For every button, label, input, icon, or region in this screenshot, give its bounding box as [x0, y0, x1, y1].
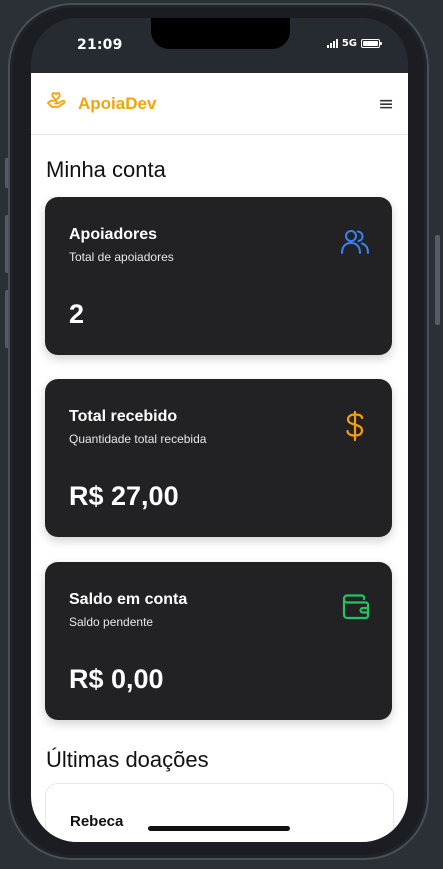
- wallet-icon: [342, 594, 370, 624]
- donation-card[interactable]: Rebeca: [45, 783, 394, 842]
- card-title: Total recebido: [69, 408, 178, 425]
- total-received-card: Total recebido Quantidade total recebida…: [45, 379, 392, 537]
- card-title: Apoiadores: [69, 226, 158, 243]
- card-subtitle: Saldo pendente: [69, 615, 154, 629]
- donations-title: Últimas doações: [46, 747, 209, 772]
- signal-icon: [326, 39, 338, 48]
- card-title: Saldo em conta: [69, 591, 188, 608]
- card-value: R$ 0,00: [69, 664, 164, 694]
- page-title: Minha conta: [46, 157, 166, 182]
- users-icon: [340, 228, 370, 260]
- hamburger-menu-icon[interactable]: ≡: [378, 93, 394, 115]
- app-view: ApoiaDev ≡ Minha conta Apoiadores Total …: [31, 73, 408, 842]
- donor-name: Rebeca: [70, 813, 124, 830]
- phone-screen: 21:09 5G ApoiaDev ≡ Minha conta Apoiador…: [31, 18, 408, 842]
- card-value: R$ 27,00: [69, 481, 179, 511]
- supporters-card: Apoiadores Total de apoiadores 2: [45, 197, 392, 355]
- brand[interactable]: ApoiaDev: [45, 91, 156, 117]
- status-time: 21:09: [77, 37, 123, 53]
- network-label: 5G: [341, 38, 357, 49]
- dollar-icon: [344, 410, 366, 446]
- app-header: ApoiaDev ≡: [31, 73, 408, 135]
- hand-heart-icon: [45, 91, 69, 117]
- card-subtitle: Quantidade total recebida: [69, 432, 207, 446]
- brand-name: ApoiaDev: [78, 93, 157, 113]
- status-indicators: 5G: [326, 38, 382, 49]
- balance-card: Saldo em conta Saldo pendente R$ 0,00: [45, 562, 392, 720]
- power-button: [435, 235, 440, 325]
- card-subtitle: Total de apoiadores: [69, 250, 174, 264]
- battery-icon: [361, 39, 382, 48]
- notch: [151, 18, 290, 49]
- card-value: 2: [69, 299, 85, 329]
- home-indicator[interactable]: [148, 826, 290, 831]
- status-bar: 21:09 5G: [31, 18, 408, 73]
